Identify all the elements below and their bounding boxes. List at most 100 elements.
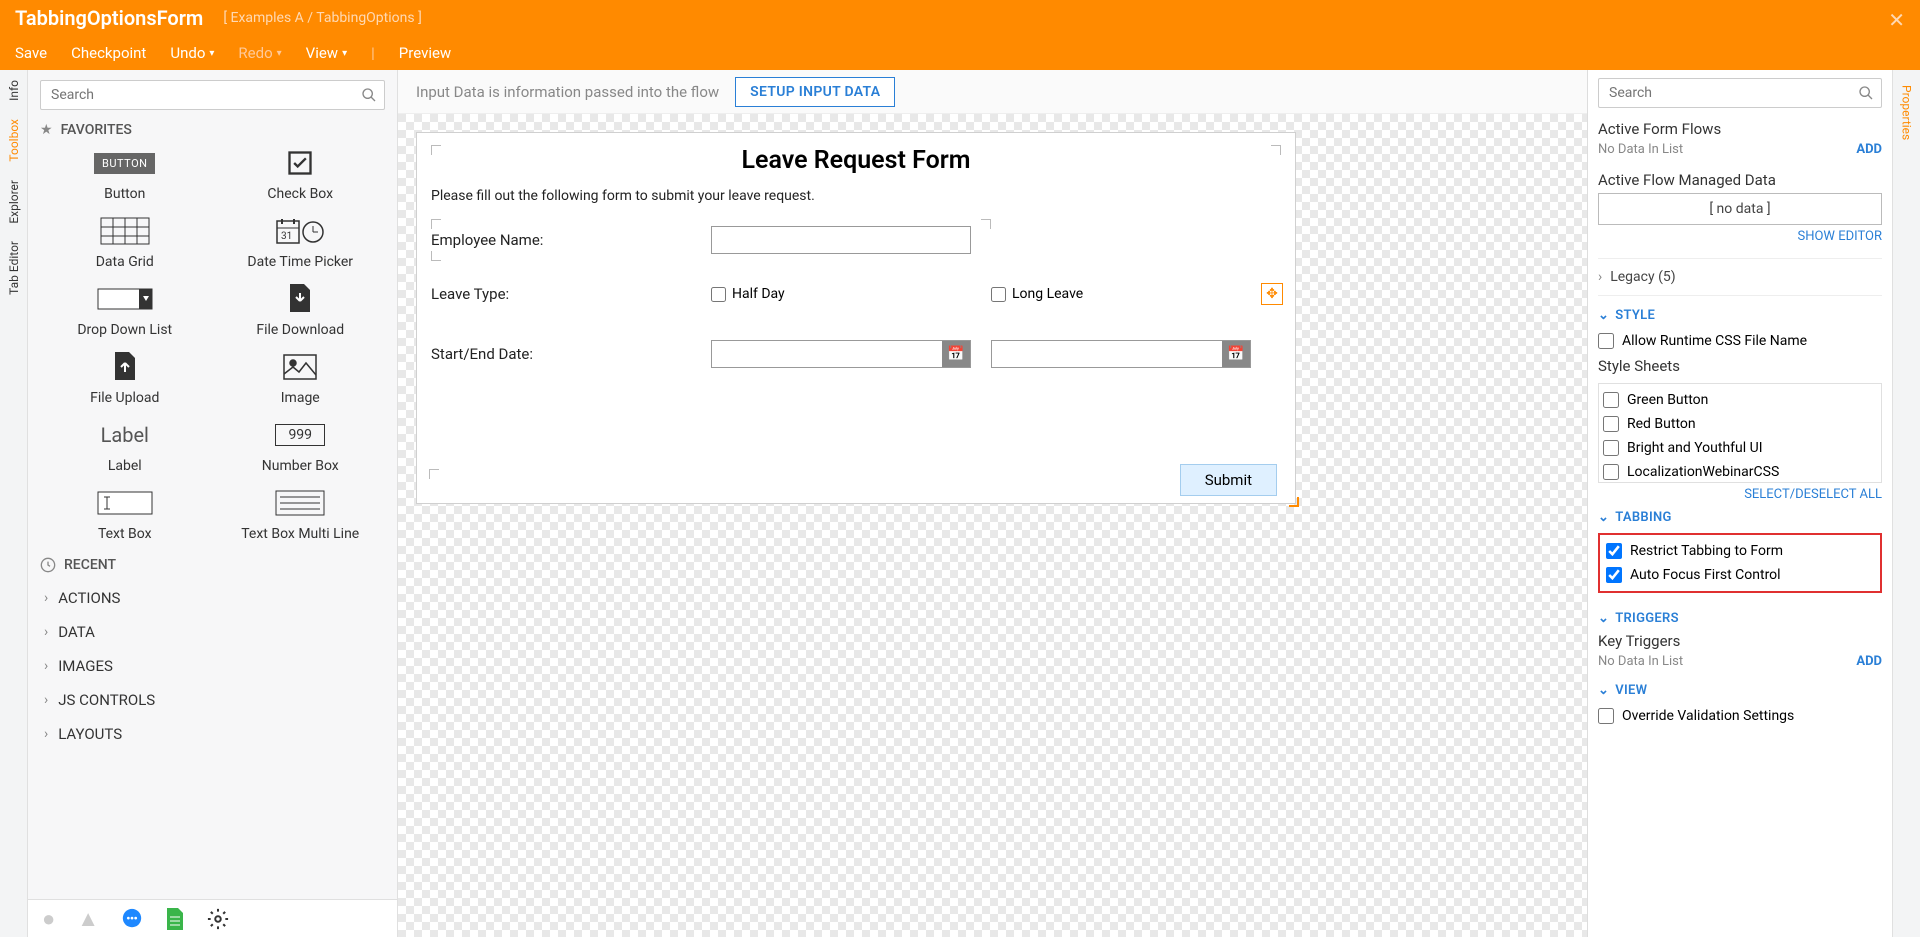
favorites-heading: FAVORITES [61, 122, 132, 138]
status-bar: ● ▲ [28, 899, 397, 937]
ss-item[interactable]: Bright and Youthful UI [1603, 436, 1877, 460]
tool-dropdown[interactable]: Drop Down List [40, 282, 210, 338]
warning-icon[interactable]: ▲ [77, 906, 99, 932]
tabbing-options-highlight: Restrict Tabbing to Form Auto Focus Firs… [1598, 533, 1882, 593]
design-canvas[interactable]: Leave Request Form Please fill out the f… [398, 114, 1587, 937]
restrict-tabbing-checkbox[interactable]: Restrict Tabbing to Form [1606, 539, 1874, 563]
start-date-input[interactable]: 📅 [711, 340, 971, 368]
tool-image-label: Image [281, 390, 320, 406]
svg-text:31: 31 [281, 231, 292, 242]
employee-name-input[interactable] [711, 226, 971, 254]
tool-datetime[interactable]: 31 Date Time Picker [216, 214, 386, 270]
submit-button[interactable]: Submit [1180, 464, 1277, 496]
ss-item[interactable]: LocalizationWebinarCSS [1603, 460, 1877, 483]
chevron-right-icon: › [44, 726, 48, 742]
tool-button[interactable]: BUTTON Button [40, 146, 210, 202]
tool-textbox-label: Text Box [98, 526, 152, 542]
triggers-heading[interactable]: ⌄TRIGGERS [1598, 611, 1882, 626]
tab-toolbox[interactable]: Toolbox [7, 119, 21, 162]
toolbox-search-input[interactable] [40, 80, 385, 110]
gear-icon[interactable] [207, 908, 229, 930]
document-icon[interactable] [165, 908, 185, 930]
tool-filedownload[interactable]: File Download [216, 282, 386, 338]
preview-button[interactable]: Preview [399, 44, 451, 62]
show-editor-link[interactable]: SHOW EDITOR [1598, 229, 1882, 244]
move-handle-icon[interactable]: ✥ [1261, 283, 1283, 305]
tool-button-label: Button [104, 186, 145, 202]
undo-button[interactable]: Undo ▾ [170, 44, 214, 62]
stylesheets-label: Style Sheets [1598, 357, 1680, 375]
tool-textboxml[interactable]: Text Box Multi Line [216, 486, 386, 542]
alert-circle-icon[interactable]: ● [42, 906, 55, 932]
tool-datetime-label: Date Time Picker [247, 254, 353, 270]
category-js[interactable]: ›JS CONTROLS [40, 683, 385, 717]
chat-icon[interactable] [121, 908, 143, 930]
chevron-right-icon: › [44, 692, 48, 708]
tool-label[interactable]: Label Label [40, 418, 210, 474]
redo-button[interactable]: Redo ▾ [238, 44, 281, 62]
category-data[interactable]: ›DATA [40, 615, 385, 649]
ss-item[interactable]: Green Button [1603, 388, 1877, 412]
add-trigger-button[interactable]: ADD [1856, 654, 1882, 669]
autofocus-checkbox[interactable]: Auto Focus First Control [1606, 563, 1874, 587]
tool-numbox-label: Number Box [262, 458, 339, 474]
tab-properties[interactable]: Properties [1900, 85, 1914, 140]
chevron-down-icon: ⌄ [1598, 308, 1609, 323]
select-deselect-link[interactable]: SELECT/DESELECT ALL [1598, 487, 1882, 502]
save-button[interactable]: Save [15, 44, 47, 62]
key-triggers-label: Key Triggers [1598, 632, 1680, 650]
style-heading[interactable]: ⌄STYLE [1598, 308, 1882, 323]
properties-panel: Active Form Flows No Data In ListADD Act… [1587, 70, 1892, 937]
end-date-input[interactable]: 📅 [991, 340, 1251, 368]
form-container[interactable]: Leave Request Form Please fill out the f… [416, 132, 1296, 504]
form-subtitle: Please fill out the following form to su… [431, 188, 815, 204]
tool-checkbox[interactable]: Check Box [216, 146, 386, 202]
runtime-css-checkbox[interactable]: Allow Runtime CSS File Name [1598, 329, 1882, 353]
tab-info[interactable]: Info [7, 80, 21, 101]
close-icon[interactable]: ✕ [1888, 8, 1905, 32]
chevron-down-icon: ▾ [277, 48, 282, 59]
stylesheets-list[interactable]: Green Button Red Button Bright and Youth… [1598, 383, 1882, 483]
app-title: TabbingOptionsForm [15, 6, 203, 30]
tool-fileupload-label: File Upload [90, 390, 159, 406]
setup-input-data-button[interactable]: SETUP INPUT DATA [735, 77, 895, 107]
resize-handle-icon[interactable] [1289, 497, 1299, 507]
add-flow-button[interactable]: ADD [1856, 142, 1882, 157]
chevron-down-icon: ⌄ [1598, 510, 1609, 525]
recent-heading: RECENT [64, 557, 116, 573]
chevron-right-icon: › [1598, 269, 1602, 285]
override-validation-checkbox[interactable]: Override Validation Settings [1598, 704, 1882, 728]
calendar-icon[interactable]: 📅 [1222, 341, 1250, 367]
separator: | [371, 44, 375, 62]
form-title: Leave Request Form [431, 146, 1281, 175]
legacy-expander[interactable]: ›Legacy (5) [1598, 263, 1882, 291]
leave-type-label: Leave Type: [431, 285, 691, 303]
chevron-down-icon: ▾ [342, 48, 347, 59]
dates-label: Start/End Date: [431, 345, 691, 363]
right-tab-strip: Properties [1892, 70, 1920, 937]
tool-image[interactable]: Image [216, 350, 386, 406]
longleave-checkbox[interactable]: Long Leave [991, 286, 1083, 302]
tab-explorer[interactable]: Explorer [7, 180, 21, 224]
category-actions[interactable]: ›ACTIONS [40, 581, 385, 615]
breadcrumb: [ Examples A / TabbingOptions ] [223, 10, 421, 26]
tool-datagrid[interactable]: Data Grid [40, 214, 210, 270]
chevron-right-icon: › [44, 658, 48, 674]
calendar-icon[interactable]: 📅 [942, 341, 970, 367]
properties-search-input[interactable] [1598, 78, 1882, 108]
tool-fileupload[interactable]: File Upload [40, 350, 210, 406]
view-button[interactable]: View ▾ [306, 44, 347, 62]
category-images[interactable]: ›IMAGES [40, 649, 385, 683]
employee-name-label: Employee Name: [431, 231, 691, 249]
halfday-checkbox[interactable]: Half Day [711, 286, 971, 302]
category-layouts[interactable]: ›LAYOUTS [40, 717, 385, 751]
chevron-right-icon: › [44, 590, 48, 606]
view-heading[interactable]: ⌄VIEW [1598, 683, 1882, 698]
checkpoint-button[interactable]: Checkpoint [71, 44, 146, 62]
tool-textbox[interactable]: Text Box [40, 486, 210, 542]
tab-tab-editor[interactable]: Tab Editor [7, 241, 21, 295]
tabbing-heading[interactable]: ⌄TABBING [1598, 510, 1882, 525]
ss-item[interactable]: Red Button [1603, 412, 1877, 436]
no-data-box[interactable]: [ no data ] [1598, 193, 1882, 225]
tool-numbox[interactable]: 999 Number Box [216, 418, 386, 474]
